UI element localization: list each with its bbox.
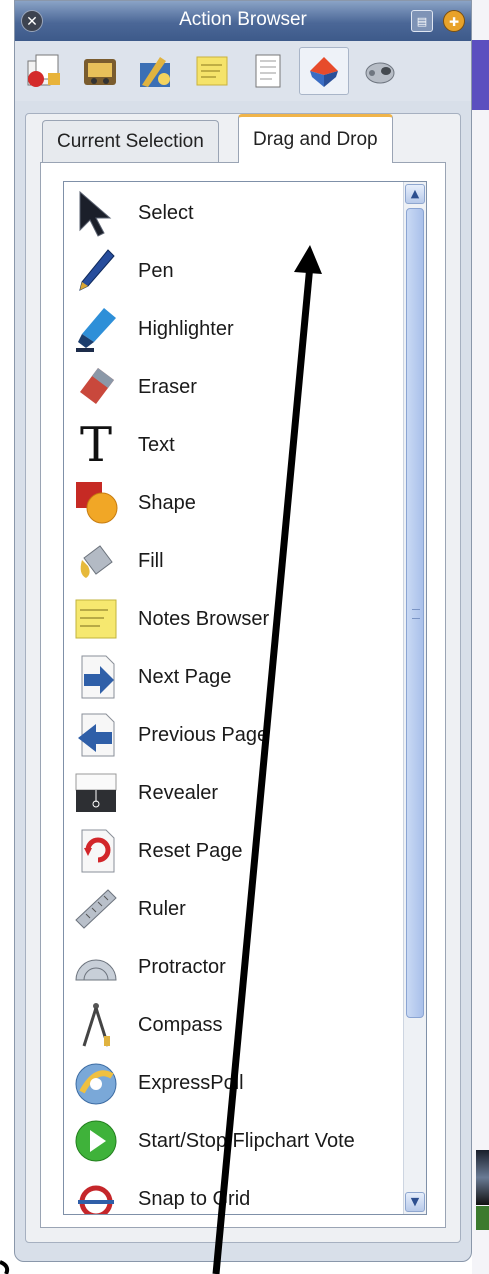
action-item-shape[interactable]: Shape <box>64 474 404 532</box>
grip-icon <box>412 609 420 619</box>
browser-panel: Current Selection Drag and Drop Select P… <box>25 113 461 1243</box>
action-list-frame: Select Pen Highlighter Eraser T Text Sha… <box>63 181 427 1215</box>
compass-icon <box>64 996 128 1054</box>
scroll-up-icon[interactable]: ▲ <box>405 184 425 204</box>
sticky-note-icon <box>64 590 128 648</box>
object-browser-icon[interactable] <box>243 47 293 95</box>
pin-icon[interactable]: ✚ <box>443 10 465 32</box>
resource-browser-icon[interactable] <box>19 47 69 95</box>
action-label: Reset Page <box>138 839 243 862</box>
text-icon: T <box>79 417 112 473</box>
action-item-eraser[interactable]: Eraser <box>64 358 404 416</box>
action-label: Select <box>138 201 194 224</box>
action-item-expresspoll[interactable]: ExpressPoll <box>64 1054 404 1112</box>
action-label: Fill <box>138 549 164 572</box>
cursor-arrow-icon <box>64 184 128 242</box>
background-accent <box>472 40 489 110</box>
media-icon[interactable] <box>75 47 125 95</box>
window-title: Action Browser <box>179 9 307 30</box>
fill-bucket-icon <box>64 532 128 590</box>
protractor-icon <box>64 938 128 996</box>
shape-icon <box>64 474 128 532</box>
next-page-icon <box>64 648 128 706</box>
revealer-icon <box>64 764 128 822</box>
action-label: Snap to Grid <box>138 1187 251 1210</box>
action-item-highlighter[interactable]: Highlighter <box>64 300 404 358</box>
list-scrollbar[interactable]: ▲ ▼ <box>403 182 426 1214</box>
scroll-thumb[interactable] <box>406 208 424 1018</box>
action-item-select[interactable]: Select <box>64 184 404 242</box>
action-label: Compass <box>138 1013 223 1036</box>
action-item-protractor[interactable]: Protractor <box>64 938 404 996</box>
property-browser-icon[interactable] <box>131 47 181 95</box>
background-image-fragment <box>476 1150 489 1205</box>
play-vote-icon <box>64 1112 128 1170</box>
action-item-compass[interactable]: Compass <box>64 996 404 1054</box>
action-item-notes-browser[interactable]: Notes Browser <box>64 590 404 648</box>
action-label: Shape <box>138 491 196 514</box>
ruler-icon <box>64 880 128 938</box>
browser-toolbar <box>15 41 471 101</box>
action-label: Highlighter <box>138 317 234 340</box>
action-item-snap-to-grid[interactable]: Snap to Grid <box>64 1170 404 1214</box>
action-item-reset-page[interactable]: Reset Page <box>64 822 404 880</box>
action-label: Previous Page <box>138 723 269 746</box>
action-label: Revealer <box>138 781 219 804</box>
snap-to-grid-icon <box>64 1170 128 1214</box>
action-label: Pen <box>138 259 174 282</box>
action-browser-icon[interactable] <box>299 47 349 95</box>
action-browser-window: ✕ Action Browser ▤ ✚ Current Selection D… <box>14 0 472 1262</box>
action-label: Protractor <box>138 955 226 978</box>
background-image-fragment <box>476 1206 489 1230</box>
menu-icon[interactable]: ▤ <box>411 10 433 32</box>
action-item-start-stop-flipchart-vote[interactable]: Start/Stop Flipchart Vote <box>64 1112 404 1170</box>
action-label: Next Page <box>138 665 232 688</box>
action-item-ruler[interactable]: Ruler <box>64 880 404 938</box>
action-label: Ruler <box>138 897 186 920</box>
action-item-next-page[interactable]: Next Page <box>64 648 404 706</box>
action-label: Start/Stop Flipchart Vote <box>138 1129 355 1152</box>
drag-and-drop-content: Select Pen Highlighter Eraser T Text Sha… <box>40 162 446 1228</box>
tab-current-selection[interactable]: Current Selection <box>42 120 219 162</box>
scroll-down-icon[interactable]: ▼ <box>405 1192 425 1212</box>
notes-browser-icon[interactable] <box>187 47 237 95</box>
action-item-fill[interactable]: Fill <box>64 532 404 590</box>
action-label: Notes Browser <box>138 607 270 630</box>
eraser-icon <box>64 358 128 416</box>
voting-browser-icon[interactable] <box>355 47 405 95</box>
previous-page-icon <box>64 706 128 764</box>
expresspoll-icon <box>64 1054 128 1112</box>
pen-icon <box>64 242 128 300</box>
action-item-text[interactable]: T Text <box>64 416 404 474</box>
reset-page-icon <box>64 822 128 880</box>
background-strip <box>472 0 489 1274</box>
title-bar[interactable]: ✕ Action Browser ▤ ✚ <box>15 1 471 41</box>
action-item-pen[interactable]: Pen <box>64 242 404 300</box>
highlighter-icon <box>64 300 128 358</box>
action-label: ExpressPoll <box>138 1071 244 1094</box>
tab-drag-and-drop[interactable]: Drag and Drop <box>238 114 393 163</box>
action-item-revealer[interactable]: Revealer <box>64 764 404 822</box>
action-item-previous-page[interactable]: Previous Page <box>64 706 404 764</box>
action-label: Eraser <box>138 375 197 398</box>
action-label: Text <box>138 433 175 456</box>
